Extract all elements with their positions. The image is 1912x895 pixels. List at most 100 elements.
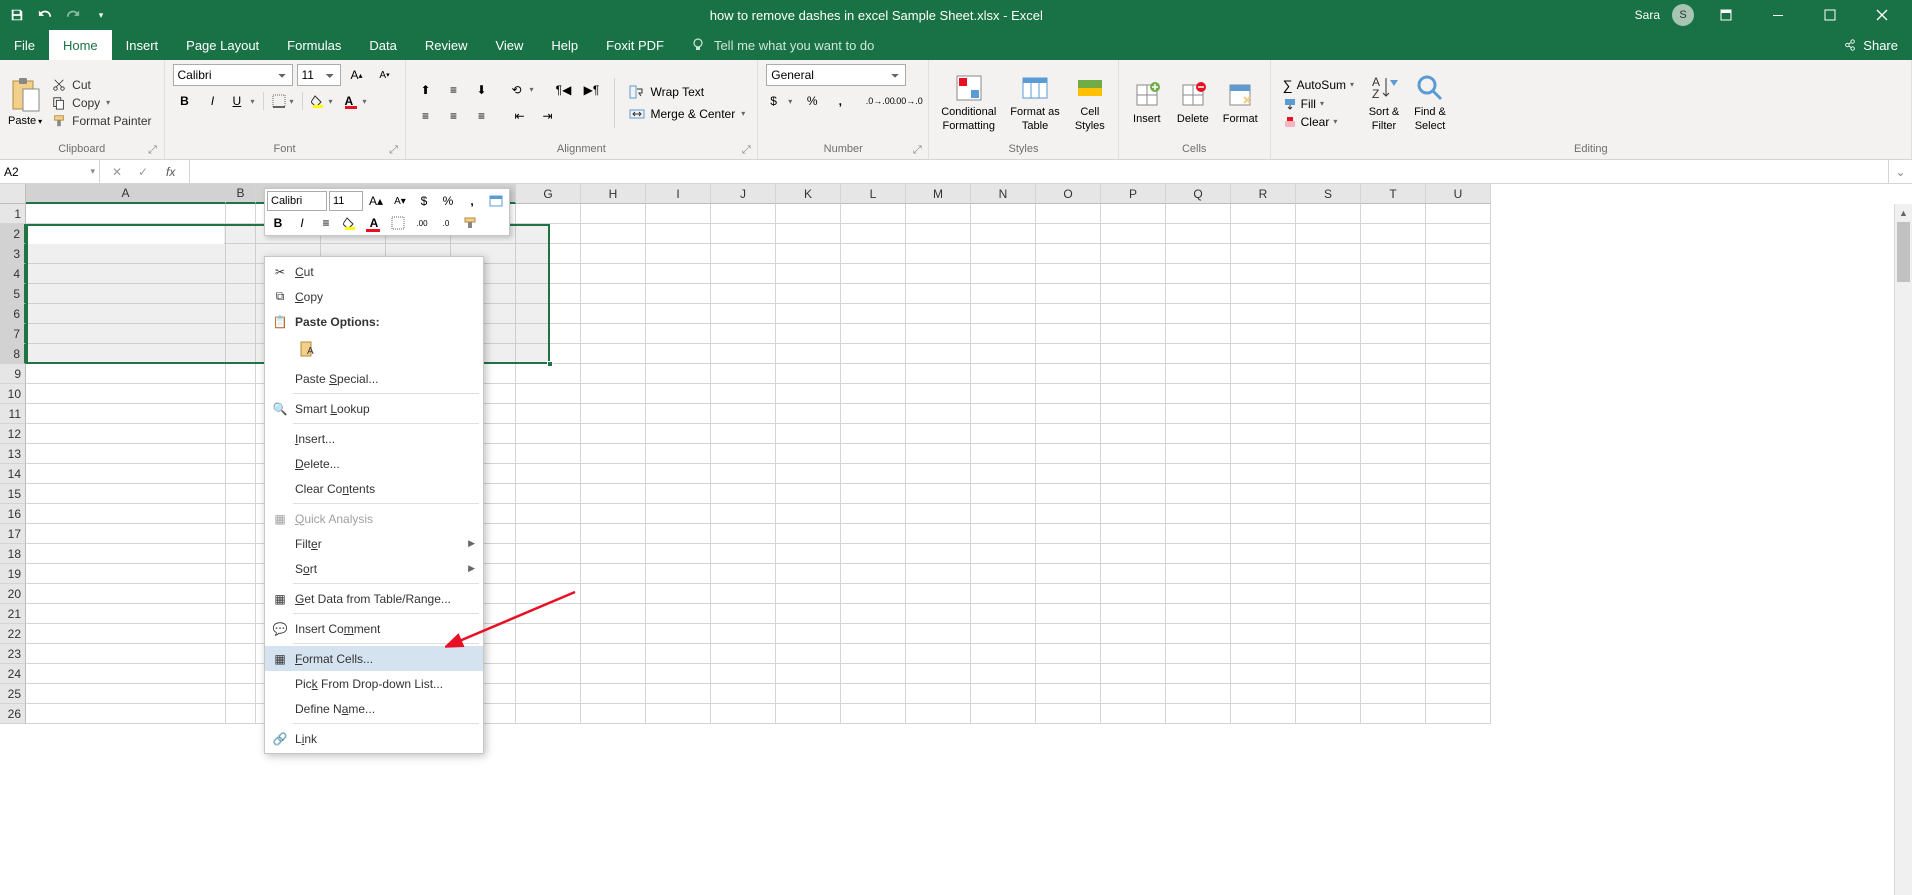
- row-header[interactable]: 4: [0, 264, 26, 284]
- cell[interactable]: [906, 244, 971, 264]
- cell[interactable]: [516, 664, 581, 684]
- share-button[interactable]: Share: [1829, 30, 1912, 60]
- cut-button[interactable]: Cut: [48, 77, 155, 93]
- cell[interactable]: [1231, 344, 1296, 364]
- menu-copy[interactable]: ⧉Copy: [265, 284, 483, 309]
- menu-format-cells[interactable]: ▦Format Cells...: [265, 646, 483, 671]
- cell[interactable]: [646, 404, 711, 424]
- cell[interactable]: [26, 404, 226, 424]
- cell[interactable]: [581, 384, 646, 404]
- cell[interactable]: [711, 384, 776, 404]
- increase-indent-icon[interactable]: ⇥: [536, 105, 560, 127]
- cell[interactable]: [1231, 644, 1296, 664]
- cell[interactable]: [1036, 404, 1101, 424]
- cell[interactable]: [1296, 644, 1361, 664]
- cell[interactable]: [841, 484, 906, 504]
- cell[interactable]: [906, 224, 971, 244]
- cell[interactable]: [1036, 484, 1101, 504]
- select-all-corner[interactable]: [0, 184, 26, 204]
- cell[interactable]: [711, 684, 776, 704]
- cell[interactable]: [646, 684, 711, 704]
- cell[interactable]: [906, 644, 971, 664]
- cell[interactable]: [1231, 364, 1296, 384]
- format-as-table-button[interactable]: Format as Table: [1006, 70, 1064, 134]
- cell[interactable]: [26, 524, 226, 544]
- cell[interactable]: [711, 364, 776, 384]
- mini-comma-icon[interactable]: ,: [461, 191, 483, 211]
- cell[interactable]: [1361, 684, 1426, 704]
- cell[interactable]: [26, 544, 226, 564]
- cell[interactable]: [841, 704, 906, 724]
- cell[interactable]: [1361, 504, 1426, 524]
- cell[interactable]: [646, 444, 711, 464]
- cell[interactable]: [906, 204, 971, 224]
- cell[interactable]: [1036, 504, 1101, 524]
- menu-pick-list[interactable]: Pick From Drop-down List...: [265, 671, 483, 696]
- cell[interactable]: [581, 444, 646, 464]
- cell[interactable]: [26, 624, 226, 644]
- cell[interactable]: [1231, 224, 1296, 244]
- cell[interactable]: [1296, 284, 1361, 304]
- name-box[interactable]: ▾: [0, 160, 100, 183]
- cell[interactable]: [516, 444, 581, 464]
- row-header[interactable]: 15: [0, 484, 26, 504]
- cell[interactable]: [906, 484, 971, 504]
- cell[interactable]: [841, 364, 906, 384]
- cell[interactable]: [646, 564, 711, 584]
- cell[interactable]: [971, 624, 1036, 644]
- cell[interactable]: [1231, 464, 1296, 484]
- cell[interactable]: [516, 264, 581, 284]
- cell[interactable]: [1101, 244, 1166, 264]
- cell[interactable]: [516, 224, 581, 244]
- cell[interactable]: [776, 584, 841, 604]
- cell[interactable]: [1231, 324, 1296, 344]
- cell[interactable]: [776, 624, 841, 644]
- cell[interactable]: [646, 304, 711, 324]
- cell[interactable]: [1296, 604, 1361, 624]
- cell[interactable]: [1361, 464, 1426, 484]
- copy-button[interactable]: Copy ▾: [48, 95, 155, 111]
- mini-table-icon[interactable]: [485, 191, 507, 211]
- cell[interactable]: [1101, 344, 1166, 364]
- cell[interactable]: [1296, 704, 1361, 724]
- row-header[interactable]: 8: [0, 344, 26, 364]
- cell[interactable]: [841, 244, 906, 264]
- format-painter-button[interactable]: Format Painter: [48, 113, 155, 129]
- cancel-formula-icon[interactable]: ✕: [108, 165, 126, 179]
- cell[interactable]: [26, 504, 226, 524]
- cell[interactable]: [1426, 704, 1491, 724]
- cell[interactable]: [516, 604, 581, 624]
- cell[interactable]: [516, 324, 581, 344]
- bold-button[interactable]: B: [173, 90, 197, 112]
- cell[interactable]: [711, 264, 776, 284]
- row-header[interactable]: 22: [0, 624, 26, 644]
- cell[interactable]: [1101, 504, 1166, 524]
- column-header[interactable]: K: [776, 184, 841, 204]
- cell[interactable]: [776, 364, 841, 384]
- cell[interactable]: [581, 484, 646, 504]
- cell[interactable]: [1231, 544, 1296, 564]
- cell[interactable]: [776, 704, 841, 724]
- cell[interactable]: [971, 324, 1036, 344]
- cell[interactable]: [1101, 384, 1166, 404]
- cell[interactable]: [226, 424, 256, 444]
- undo-icon[interactable]: [36, 6, 54, 24]
- cell[interactable]: [646, 504, 711, 524]
- cell[interactable]: [1166, 344, 1231, 364]
- menu-link[interactable]: 🔗Link: [265, 726, 483, 751]
- cell[interactable]: [906, 584, 971, 604]
- cell[interactable]: [841, 564, 906, 584]
- cell[interactable]: [1361, 444, 1426, 464]
- sort-filter-button[interactable]: AZSort & Filter: [1364, 70, 1404, 134]
- cell[interactable]: [516, 624, 581, 644]
- cell[interactable]: [26, 364, 226, 384]
- cell[interactable]: [1361, 384, 1426, 404]
- cell[interactable]: [971, 364, 1036, 384]
- cell[interactable]: [971, 524, 1036, 544]
- cell[interactable]: [1361, 404, 1426, 424]
- cell[interactable]: [776, 484, 841, 504]
- cell[interactable]: [226, 684, 256, 704]
- cell[interactable]: [581, 584, 646, 604]
- font-color-button[interactable]: A: [341, 90, 371, 112]
- cell[interactable]: [26, 484, 226, 504]
